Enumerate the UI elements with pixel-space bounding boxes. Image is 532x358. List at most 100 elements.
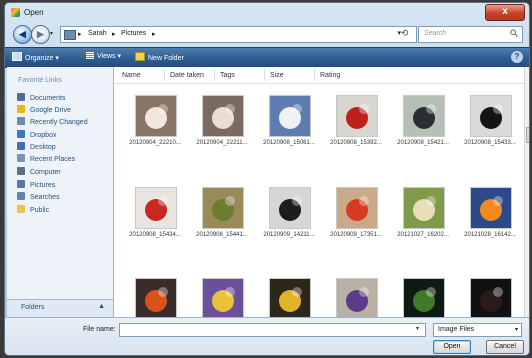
sidebar-item-searches[interactable]: Searches bbox=[17, 192, 60, 203]
column-divider[interactable] bbox=[314, 69, 315, 81]
file-item[interactable] bbox=[390, 278, 456, 317]
recent-places-icon bbox=[17, 154, 25, 162]
scrollbar-thumb[interactable] bbox=[526, 127, 529, 143]
breadcrumb-separator[interactable]: ▸ bbox=[112, 30, 116, 38]
photo-thumbnail bbox=[135, 187, 177, 229]
sidebar-item-label: Computer bbox=[30, 169, 61, 176]
views-icon bbox=[86, 52, 94, 59]
open-button[interactable]: Open bbox=[433, 340, 471, 354]
refresh-button[interactable]: ⟲ bbox=[397, 27, 412, 40]
column-divider[interactable] bbox=[214, 69, 215, 81]
sidebar-item-label: Recently Changed bbox=[30, 119, 88, 126]
column-divider[interactable] bbox=[164, 69, 165, 81]
file-item[interactable]: 20120908_15061... bbox=[256, 95, 322, 165]
search-input[interactable]: Search bbox=[418, 26, 523, 43]
search-icon[interactable] bbox=[510, 29, 518, 39]
column-header-size[interactable]: Size bbox=[270, 72, 284, 79]
column-header-rating[interactable]: Rating bbox=[320, 72, 340, 79]
window-title: Open bbox=[24, 8, 44, 17]
column-header-row: Name Date taken Tags Size Rating bbox=[114, 67, 524, 84]
close-button[interactable]: x bbox=[485, 4, 525, 21]
file-item[interactable] bbox=[189, 278, 255, 317]
public-folder-icon bbox=[17, 205, 25, 213]
vertical-scrollbar[interactable] bbox=[524, 67, 529, 317]
file-list: Name Date taken Tags Size Rating 2012090… bbox=[114, 67, 524, 317]
chevron-down-icon: ▾ bbox=[514, 327, 518, 333]
organize-icon bbox=[12, 52, 22, 61]
photo-thumbnail bbox=[336, 278, 378, 317]
file-item[interactable] bbox=[457, 278, 523, 317]
file-item[interactable] bbox=[256, 278, 322, 317]
file-item[interactable]: 20120904_22210... bbox=[122, 95, 188, 165]
sidebar-item-google-drive[interactable]: Google Drive bbox=[17, 105, 71, 116]
sidebar-item-desktop[interactable]: Desktop bbox=[17, 142, 56, 153]
file-item[interactable]: 20120908_15421... bbox=[390, 95, 456, 165]
file-item[interactable]: 20120908_15433... bbox=[457, 95, 523, 165]
sidebar-item-dropbox[interactable]: Dropbox bbox=[17, 130, 56, 141]
file-item[interactable]: 20120908_15392... bbox=[323, 95, 389, 165]
photo-thumbnail bbox=[269, 187, 311, 229]
file-item[interactable]: 20120909_17351... bbox=[323, 187, 389, 257]
photo-thumbnail bbox=[202, 187, 244, 229]
breadcrumb-separator[interactable]: ▸ bbox=[78, 30, 82, 38]
photo-thumbnail bbox=[403, 187, 445, 229]
file-name-label: 20120904_22210... bbox=[129, 140, 181, 146]
photo-thumbnail bbox=[336, 95, 378, 137]
app-icon bbox=[11, 8, 20, 17]
file-type-select[interactable]: Image Files ▾ bbox=[433, 323, 522, 337]
dropbox-icon bbox=[17, 130, 25, 138]
pictures-icon bbox=[17, 180, 25, 188]
sidebar-item-documents[interactable]: Documents bbox=[17, 93, 65, 104]
file-item[interactable]: 20121028_16142... bbox=[457, 187, 523, 257]
breadcrumb-separator[interactable]: ▸ bbox=[152, 30, 156, 38]
file-item[interactable]: 20120908_15434... bbox=[122, 187, 188, 257]
photo-thumbnail bbox=[202, 95, 244, 137]
file-item[interactable] bbox=[323, 278, 389, 317]
help-icon[interactable]: ? bbox=[511, 51, 523, 63]
file-name-label: 20120908_15441... bbox=[196, 232, 248, 238]
photo-thumbnail bbox=[470, 187, 512, 229]
file-name-label: 20120909_14211... bbox=[263, 232, 315, 238]
file-name-area: File name: ▾ Image Files ▾ Open Cancel bbox=[5, 317, 529, 355]
sidebar-item-public[interactable]: Public bbox=[17, 205, 49, 216]
photo-thumbnail bbox=[269, 95, 311, 137]
recent-pages-icon[interactable]: ▾ bbox=[50, 30, 53, 37]
file-item[interactable] bbox=[122, 278, 188, 317]
recent-icon bbox=[17, 117, 25, 125]
organize-button[interactable]: Organize ▾ bbox=[12, 52, 59, 62]
views-button[interactable]: Views ▾ bbox=[86, 52, 121, 60]
file-name-label: 20120908_15433... bbox=[464, 140, 516, 146]
file-item[interactable]: 20120908_15441... bbox=[189, 187, 255, 257]
breadcrumb-pictures[interactable]: Pictures bbox=[121, 30, 146, 37]
views-label: Views ▾ bbox=[97, 53, 122, 60]
close-icon: x bbox=[502, 6, 508, 17]
sidebar-item-recent-places[interactable]: Recent Places bbox=[17, 154, 75, 165]
refresh-icon: ⟲ bbox=[400, 28, 409, 38]
file-item[interactable]: 20120909_14211... bbox=[256, 187, 322, 257]
column-header-tags[interactable]: Tags bbox=[220, 72, 235, 79]
sidebar-item-recently-changed[interactable]: Recently Changed bbox=[17, 117, 88, 128]
folders-toggle[interactable]: Folders ▲ bbox=[7, 299, 113, 317]
column-header-date-taken[interactable]: Date taken bbox=[170, 72, 204, 79]
address-row: ◀ ▶ ▾ ▸ Sarah ▸ Pictures ▸ ▾ ⟲ Search bbox=[5, 21, 529, 47]
back-button[interactable]: ◀ bbox=[13, 25, 32, 44]
forward-button[interactable]: ▶ bbox=[31, 25, 50, 44]
sidebar-item-computer[interactable]: Computer bbox=[17, 167, 61, 178]
documents-icon bbox=[17, 93, 25, 101]
open-dialog: Open x ◀ ▶ ▾ ▸ Sarah ▸ Pictures ▸ ▾ ⟲ Se… bbox=[4, 2, 530, 356]
chevron-down-icon[interactable]: ▾ bbox=[416, 325, 419, 332]
photo-thumbnail bbox=[470, 278, 512, 317]
new-folder-button[interactable]: New Folder bbox=[135, 52, 184, 62]
sidebar-item-pictures[interactable]: Pictures bbox=[17, 180, 55, 191]
file-item[interactable]: 20120904_22211... bbox=[189, 95, 255, 165]
breadcrumb-user[interactable]: Sarah bbox=[88, 30, 107, 37]
file-item[interactable]: 20121027_16202... bbox=[390, 187, 456, 257]
file-name-input[interactable] bbox=[119, 323, 426, 337]
address-bar[interactable]: ▸ Sarah ▸ Pictures ▸ ▾ bbox=[60, 26, 417, 43]
cancel-button[interactable]: Cancel bbox=[486, 340, 524, 354]
column-header-name[interactable]: Name bbox=[122, 72, 141, 79]
file-name-label: 20120904_22211... bbox=[196, 140, 248, 146]
file-name-label: 20120908_15434... bbox=[129, 232, 181, 238]
organize-label: Organize ▾ bbox=[25, 55, 59, 62]
column-divider[interactable] bbox=[264, 69, 265, 81]
